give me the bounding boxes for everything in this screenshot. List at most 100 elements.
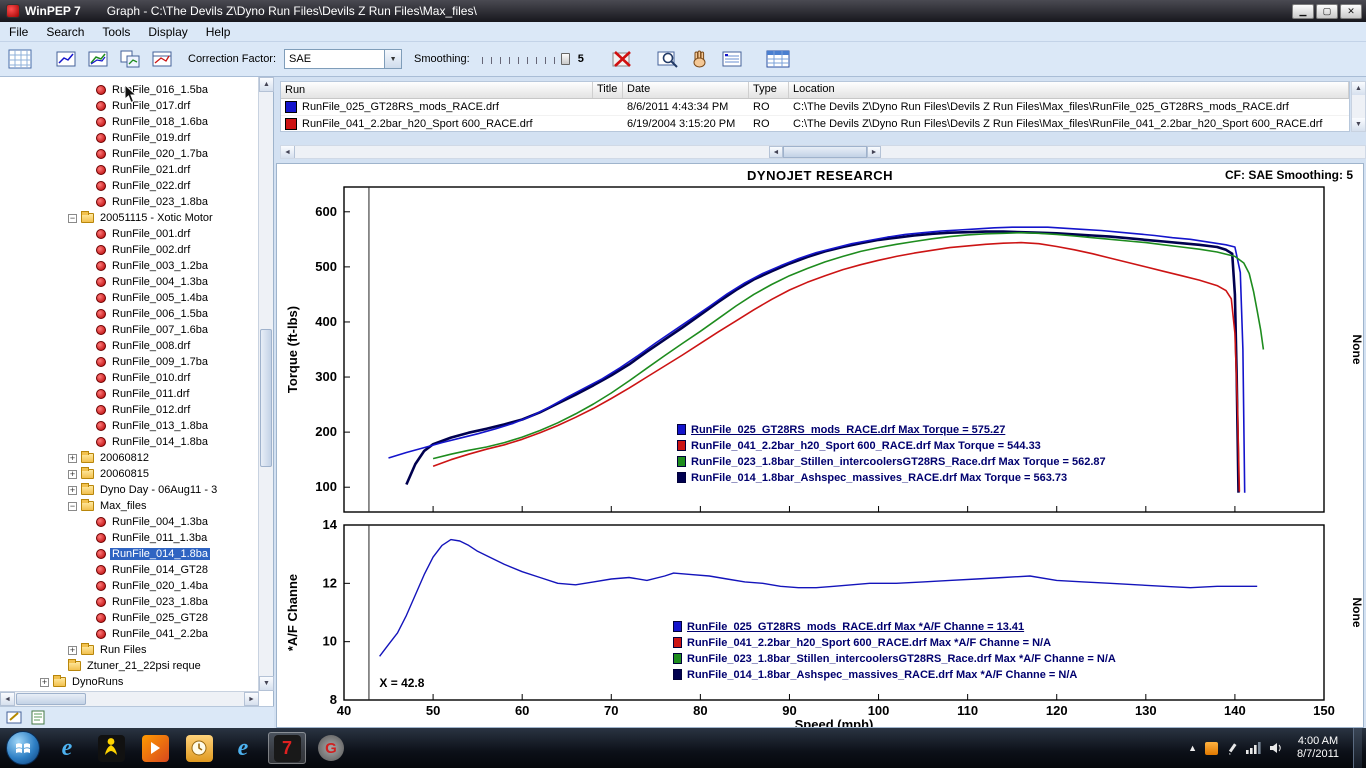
maximize-button[interactable]: ▢ bbox=[1316, 4, 1338, 19]
tree-item[interactable]: RunFile_022.drf bbox=[0, 178, 259, 194]
smoothing-slider[interactable] bbox=[482, 52, 570, 66]
tree-item[interactable]: RunFile_014_1.8ba bbox=[0, 546, 259, 562]
hidden-icons-button[interactable]: ▲ bbox=[1188, 743, 1197, 753]
tree-item[interactable]: RunFile_014_1.8ba bbox=[0, 434, 259, 450]
menu-search[interactable]: Search bbox=[37, 23, 93, 41]
tree-item[interactable]: RunFile_007_1.6ba bbox=[0, 322, 259, 338]
taskbar-outlook-button[interactable] bbox=[180, 732, 218, 764]
tree-item[interactable]: RunFile_006_1.5ba bbox=[0, 306, 259, 322]
tree-item[interactable]: RunFile_020_1.4ba bbox=[0, 578, 259, 594]
scroll-left-icon[interactable]: ◄ bbox=[769, 146, 783, 158]
tree-item[interactable]: RunFile_008.drf bbox=[0, 338, 259, 354]
tree-item[interactable]: RunFile_012.drf bbox=[0, 402, 259, 418]
pen-input-icon[interactable] bbox=[1226, 742, 1238, 755]
table-vertical-scrollbar[interactable]: ▲ ▼ bbox=[1351, 81, 1366, 132]
expand-icon[interactable]: + bbox=[68, 646, 77, 655]
correction-factor-select[interactable]: SAE ▼ bbox=[284, 49, 402, 69]
network-icon[interactable] bbox=[1246, 742, 1261, 754]
column-header[interactable]: Title bbox=[593, 82, 623, 98]
hscroll-thumb[interactable] bbox=[783, 146, 867, 158]
tree-item[interactable]: +DynoRuns bbox=[0, 674, 259, 690]
table-row[interactable]: RunFile_025_GT28RS_mods_RACE.drf8/6/2011… bbox=[281, 99, 1349, 116]
tree-item[interactable]: RunFile_020_1.7ba bbox=[0, 146, 259, 162]
column-header[interactable]: Location bbox=[789, 82, 1349, 98]
scroll-left-icon[interactable]: ◄ bbox=[0, 692, 15, 706]
tree-item[interactable]: RunFile_018_1.6ba bbox=[0, 114, 259, 130]
column-header[interactable]: Type bbox=[749, 82, 789, 98]
tree-item[interactable]: RunFile_009_1.7ba bbox=[0, 354, 259, 370]
cascade-graphs-button[interactable] bbox=[148, 45, 176, 73]
slider-thumb[interactable] bbox=[561, 53, 570, 65]
collapse-icon[interactable]: − bbox=[68, 214, 77, 223]
tree-item[interactable]: RunFile_003_1.2ba bbox=[0, 258, 259, 274]
close-button[interactable]: ✕ bbox=[1340, 4, 1362, 19]
tree-item[interactable]: RunFile_023_1.8ba bbox=[0, 594, 259, 610]
tree-item[interactable]: RunFile_002.drf bbox=[0, 242, 259, 258]
close-graph-button[interactable] bbox=[608, 45, 636, 73]
tree-item[interactable]: RunFile_017.drf bbox=[0, 98, 259, 114]
tree-item[interactable]: RunFile_025_GT28 bbox=[0, 610, 259, 626]
table-hscrollbar[interactable]: ◄ ◄ ► bbox=[280, 145, 1366, 159]
tree-item[interactable]: −20051115 - Xotic Motor bbox=[0, 210, 259, 226]
start-button[interactable] bbox=[6, 731, 40, 765]
tree-item[interactable]: −Max_files bbox=[0, 498, 259, 514]
tree-item[interactable]: RunFile_013_1.8ba bbox=[0, 418, 259, 434]
tree-vscroll-thumb[interactable] bbox=[260, 329, 272, 467]
volume-icon[interactable] bbox=[1269, 742, 1283, 754]
tree-item[interactable]: RunFile_011_1.3ba bbox=[0, 530, 259, 546]
tree-item[interactable]: RunFile_021.drf bbox=[0, 162, 259, 178]
menu-file[interactable]: File bbox=[0, 23, 37, 41]
tree-item[interactable]: +20060815 bbox=[0, 466, 259, 482]
tree-item[interactable]: RunFile_004_1.3ba bbox=[0, 274, 259, 290]
menu-help[interactable]: Help bbox=[197, 23, 240, 41]
scroll-left-icon[interactable]: ◄ bbox=[281, 146, 295, 158]
clock[interactable]: 4:00 AM 8/7/2011 bbox=[1297, 735, 1339, 761]
taskbar-ie2-button[interactable]: e bbox=[224, 732, 262, 764]
taskbar-aim-button[interactable] bbox=[92, 732, 130, 764]
tree-item[interactable]: RunFile_019.drf bbox=[0, 130, 259, 146]
edit-graph-icon[interactable] bbox=[6, 710, 24, 725]
graph-paper-button[interactable] bbox=[6, 45, 34, 73]
scroll-down-icon[interactable]: ▼ bbox=[1352, 118, 1365, 131]
column-header[interactable]: Date bbox=[623, 82, 749, 98]
new-graph-button[interactable] bbox=[52, 45, 80, 73]
expand-icon[interactable]: + bbox=[68, 470, 77, 479]
tree-hscroll-thumb[interactable] bbox=[16, 693, 86, 705]
report-icon[interactable] bbox=[30, 710, 48, 725]
pan-button[interactable] bbox=[686, 45, 714, 73]
taskbar-gtech-button[interactable]: G bbox=[312, 732, 350, 764]
minimize-button[interactable]: ▁ bbox=[1292, 4, 1314, 19]
taskbar-media-player-button[interactable] bbox=[136, 732, 174, 764]
tree-item[interactable]: RunFile_023_1.8ba bbox=[0, 194, 259, 210]
tree-vertical-scrollbar[interactable]: ▲ ▼ bbox=[258, 77, 273, 691]
tree-item[interactable]: RunFile_016_1.5ba bbox=[0, 82, 259, 98]
table-row[interactable]: RunFile_041_2.2bar_h20_Sport 600_RACE.dr… bbox=[281, 116, 1349, 132]
expand-icon[interactable]: + bbox=[68, 486, 77, 495]
taskbar-ie-button[interactable]: e bbox=[48, 732, 86, 764]
hscroll-thumb-cluster[interactable]: ◄ ► bbox=[769, 146, 881, 158]
tree-item[interactable]: RunFile_010.drf bbox=[0, 370, 259, 386]
expand-icon[interactable]: + bbox=[40, 678, 49, 687]
scroll-up-icon[interactable]: ▲ bbox=[1352, 82, 1365, 95]
menu-tools[interactable]: Tools bbox=[93, 23, 139, 41]
runs-list-button[interactable] bbox=[718, 45, 746, 73]
tree-item[interactable]: +Dyno Day - 06Aug11 - 3 bbox=[0, 482, 259, 498]
scroll-down-icon[interactable]: ▼ bbox=[259, 676, 274, 691]
scroll-up-icon[interactable]: ▲ bbox=[259, 77, 274, 92]
tree-item[interactable]: RunFile_001.drf bbox=[0, 226, 259, 242]
scroll-right-icon[interactable]: ► bbox=[244, 692, 259, 706]
tree-item[interactable]: RunFile_041_2.2ba bbox=[0, 626, 259, 642]
tree-item[interactable]: RunFile_011.drf bbox=[0, 386, 259, 402]
tree-item[interactable]: RunFile_005_1.4ba bbox=[0, 290, 259, 306]
zoom-graph-button[interactable] bbox=[654, 45, 682, 73]
tree-item[interactable]: +Run Files bbox=[0, 642, 259, 658]
overlay-runs-button[interactable] bbox=[84, 45, 112, 73]
column-header[interactable]: Run bbox=[281, 82, 593, 98]
channels-grid-button[interactable] bbox=[764, 45, 792, 73]
collapse-icon[interactable]: − bbox=[68, 502, 77, 511]
tree-item[interactable]: RunFile_014_GT28 bbox=[0, 562, 259, 578]
expand-icon[interactable]: + bbox=[68, 454, 77, 463]
tree-horizontal-scrollbar[interactable]: ◄ ► bbox=[0, 691, 259, 706]
scroll-right-icon[interactable]: ► bbox=[867, 146, 881, 158]
show-desktop-button[interactable] bbox=[1353, 728, 1362, 768]
